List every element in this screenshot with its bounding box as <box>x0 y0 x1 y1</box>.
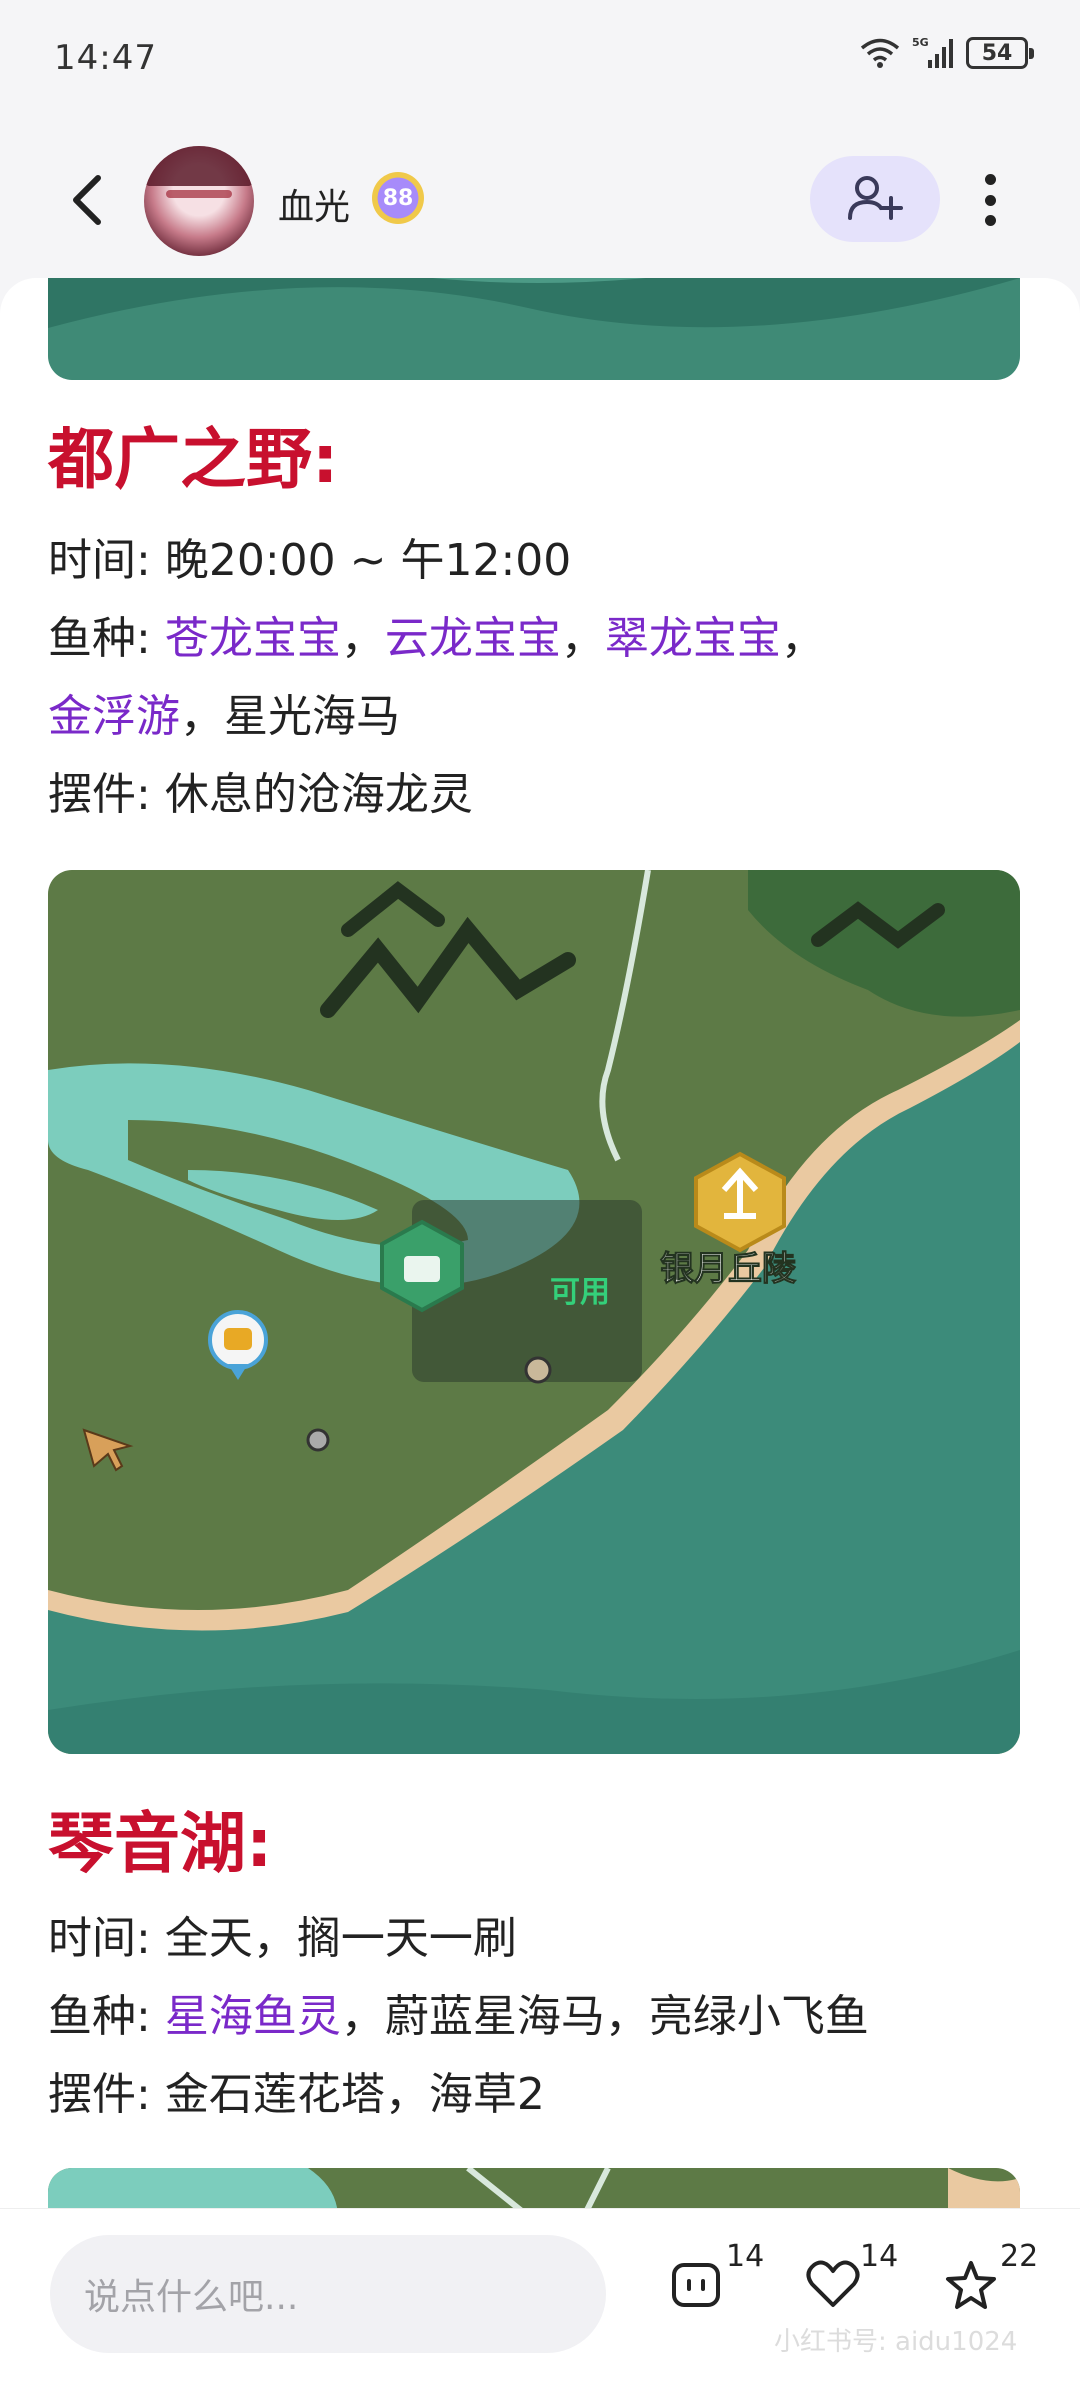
comments-count: 14 <box>726 2239 765 2274</box>
section-title: 都广之野: <box>48 421 339 498</box>
wifi-icon <box>860 37 900 69</box>
map-image-next[interactable] <box>48 2168 1020 2208</box>
fish-line: 鱼种: 星海鱼灵，蔚蓝星海马，亮绿小飞鱼 <box>48 1991 869 2042</box>
watermark: 小红书号: aidu1024 <box>774 2327 1018 2357</box>
time-value: 全天，搁一天一刷 <box>164 1913 517 1964</box>
bottom-bar: 说点什么吧... 14 14 22 小红书号: aidu1024 <box>0 2208 1080 2388</box>
decor-label: 摆件: <box>48 2069 151 2120</box>
post-content: 都广之野: 时间: 晚20:00 ~ 午12:00 鱼种: 苍龙宝宝，云龙宝宝，… <box>0 278 1080 2208</box>
like-button[interactable]: 14 <box>806 2239 898 2329</box>
status-label: 可用 <box>550 1275 610 1310</box>
time-label: 时间: <box>48 1913 151 1964</box>
fish-label: 鱼种: <box>48 1991 151 2042</box>
status-time: 14:47 <box>54 38 157 78</box>
fish-label: 鱼种: <box>48 613 151 664</box>
time-label: 时间: <box>48 535 151 586</box>
likes-count: 14 <box>860 2239 899 2274</box>
fish-highlight: 云龙宝宝 <box>384 613 561 664</box>
author-name[interactable]: 血光 <box>278 178 350 230</box>
fish-plain: 星光海马 <box>224 691 400 742</box>
fish-line: 鱼种: 苍龙宝宝，云龙宝宝，翠龙宝宝， <box>48 613 825 664</box>
post-header: 血光 88 <box>0 118 1080 278</box>
network-label: 5G <box>912 36 929 49</box>
battery-icon: 54 <box>966 37 1034 69</box>
follow-button[interactable] <box>810 156 940 242</box>
comment-input[interactable]: 说点什么吧... <box>50 2235 606 2353</box>
avatar[interactable] <box>144 146 254 256</box>
decor-label: 摆件: <box>48 769 151 820</box>
fish-plain: 亮绿小飞鱼 <box>648 1991 869 2042</box>
level-badge: 88 <box>372 172 424 224</box>
fish-line-continued: 金浮游，星光海马 <box>48 691 400 742</box>
fish-highlight: 翠龙宝宝 <box>604 613 781 664</box>
comment-icon <box>672 2263 720 2307</box>
star-icon <box>946 2261 996 2309</box>
fish-highlight: 星海鱼灵 <box>164 1991 341 2042</box>
section-title: 琴音湖: <box>48 1805 273 1882</box>
map-image[interactable]: 银月丘陵 可用 <box>48 870 1020 1754</box>
time-value: 晚20:00 ~ 午12:00 <box>164 535 572 586</box>
fish-highlight: 金浮游 <box>48 691 180 742</box>
back-icon[interactable] <box>60 170 120 230</box>
add-user-icon <box>848 176 903 220</box>
favorites-count: 22 <box>1000 2239 1039 2274</box>
decor-value: 金石莲花塔，海草2 <box>164 2069 545 2120</box>
battery-level: 54 <box>981 40 1013 66</box>
more-icon[interactable] <box>972 168 1008 232</box>
decor-line: 摆件: 金石莲花塔，海草2 <box>48 2068 545 2122</box>
comment-button[interactable]: 14 <box>670 2239 764 2329</box>
time-line: 时间: 晚20:00 ~ 午12:00 <box>48 534 571 588</box>
status-icons: 5G 54 <box>860 36 1034 70</box>
favorite-button[interactable]: 22 <box>944 2239 1038 2329</box>
signal-icon: 5G <box>912 36 954 70</box>
decor-line: 摆件: 休息的沧海龙灵 <box>48 768 473 822</box>
heart-icon <box>806 2260 860 2307</box>
status-bar: 14:47 5G 54 <box>0 0 1080 118</box>
fish-plain: 蔚蓝星海马 <box>384 1991 605 2042</box>
fish-highlight: 苍龙宝宝 <box>164 613 341 664</box>
decor-value: 休息的沧海龙灵 <box>164 769 473 820</box>
map-image-previous[interactable] <box>48 278 1020 380</box>
landmark-label: 银月丘陵 <box>660 1249 797 1289</box>
time-line: 时间: 全天，搁一天一刷 <box>48 1912 517 1966</box>
